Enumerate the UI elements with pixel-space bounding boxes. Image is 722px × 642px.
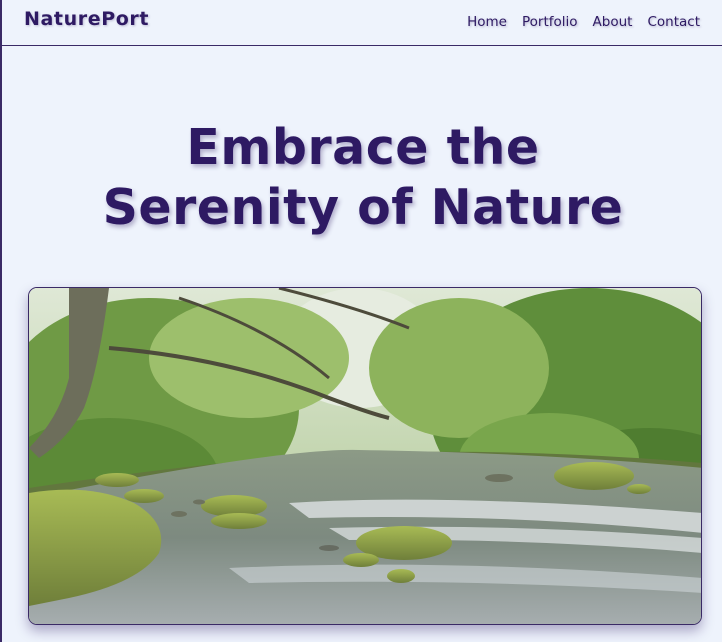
nav-portfolio-link[interactable]: Portfolio: [522, 14, 578, 30]
hero-title: Embrace the Serenity of Nature: [2, 118, 722, 238]
nav-home-link[interactable]: Home: [467, 14, 507, 30]
nav-contact-link[interactable]: Contact: [647, 14, 700, 30]
site-logo[interactable]: NaturePort: [24, 8, 149, 30]
forest-river-illustration: [29, 288, 701, 624]
main-nav: Home Portfolio About Contact: [467, 14, 700, 30]
hero-title-line-1: Embrace the: [186, 119, 540, 176]
site-header: NaturePort Home Portfolio About Contact: [2, 0, 722, 46]
hero-title-line-2: Serenity of Nature: [102, 179, 624, 236]
nav-about-link[interactable]: About: [593, 14, 633, 30]
hero-image: [28, 287, 702, 625]
